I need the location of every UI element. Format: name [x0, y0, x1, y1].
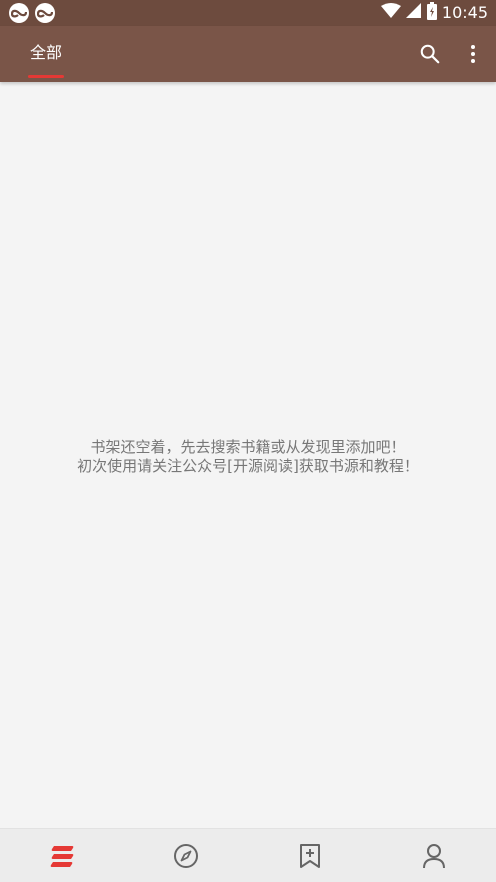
- system-status: 10:45: [380, 2, 488, 24]
- more-vert-icon: [471, 45, 475, 63]
- nav-my[interactable]: [372, 829, 496, 882]
- search-button[interactable]: [413, 37, 447, 71]
- nav-rss[interactable]: [248, 829, 372, 882]
- notification-area: [9, 3, 55, 23]
- battery-icon: [426, 2, 437, 24]
- bookshelf-icon: [50, 845, 74, 867]
- empty-message-line2: 初次使用请关注公众号[开源阅读]获取书源和教程！: [77, 457, 419, 475]
- empty-bookshelf-message: 书架还空着，先去搜索书籍或从发现里添加吧！ 初次使用请关注公众号[开源阅读]获取…: [0, 438, 496, 476]
- search-icon: [420, 44, 440, 64]
- clock: 10:45: [441, 3, 488, 22]
- app-notification-icon: [9, 3, 29, 23]
- nav-bookshelf[interactable]: [0, 829, 124, 882]
- person-icon: [423, 843, 445, 868]
- cell-signal-icon: [405, 3, 422, 23]
- more-options-button[interactable]: [456, 37, 490, 71]
- wifi-icon: [380, 3, 401, 23]
- bottom-navigation: [0, 828, 496, 882]
- tab-label: 全部: [29, 43, 62, 62]
- bookmark-add-icon: [300, 843, 320, 868]
- tab-all[interactable]: 全部: [28, 26, 64, 82]
- tab-indicator: [28, 75, 64, 78]
- status-bar: 10:45: [0, 0, 496, 26]
- app-notification-icon: [35, 3, 55, 23]
- screen: 10:45 全部 书架还空着，先去搜索书籍或从发现里添加吧！ 初次使用请关注公众…: [0, 0, 496, 882]
- compass-icon: [174, 843, 198, 868]
- nav-discover[interactable]: [124, 829, 248, 882]
- empty-message-line1: 书架还空着，先去搜索书籍或从发现里添加吧！: [90, 438, 406, 456]
- app-bar: 全部: [0, 26, 496, 82]
